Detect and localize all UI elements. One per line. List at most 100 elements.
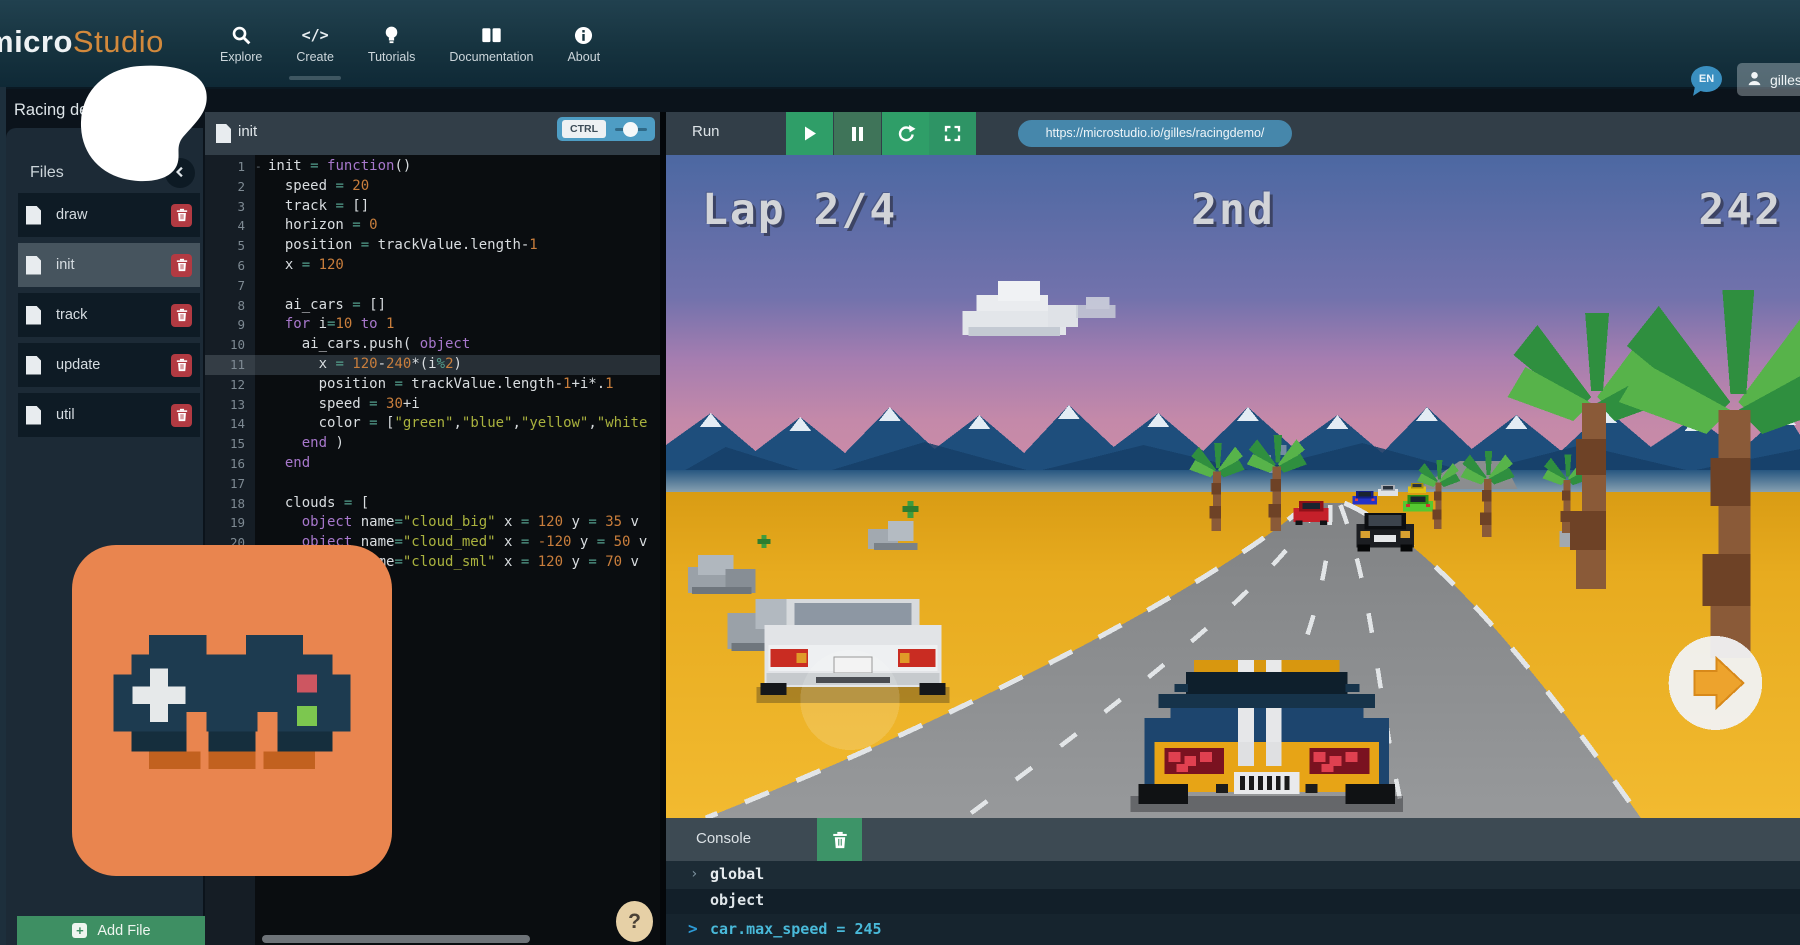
delete-file-button[interactable] [171,254,192,277]
delete-file-button[interactable] [171,404,192,427]
fold-marker-icon [255,494,263,514]
nav-item-documentation[interactable]: Documentation [432,0,550,87]
fold-marker-icon [255,434,263,454]
file-name: draw [56,207,87,223]
fold-marker-icon [255,236,263,256]
file-icon [26,306,41,325]
line-number: 2 [205,177,255,197]
game-canvas [666,155,1800,818]
reload-button[interactable] [882,112,929,155]
app-logo[interactable]: microStudio [0,24,164,60]
code-text: speed = 30+i [268,395,420,415]
fold-marker-icon [255,375,263,395]
file-item-track[interactable]: track [18,293,200,337]
help-button[interactable]: ? [616,901,653,942]
code-line[interactable]: 9 for i=10 to 1 [205,315,660,335]
delete-file-button[interactable] [171,304,192,327]
fullscreen-button[interactable] [929,112,976,155]
delete-file-button[interactable] [171,204,192,227]
book-icon [481,23,502,47]
code-icon: </> [302,23,329,47]
code-text: ai_cars = [] [268,296,386,316]
file-item-init[interactable]: init [18,243,200,287]
code-line[interactable]: 12 position = trackValue.length-1+i*.1 [205,375,660,395]
code-line[interactable]: 15 end ) [205,434,660,454]
nav-item-explore[interactable]: Explore [203,0,279,87]
code-line[interactable]: 14 color = ["green","blue","yellow","whi… [205,414,660,434]
game-viewport[interactable]: Lap 2/4 2nd 242 [666,155,1800,818]
nav-item-about[interactable]: About [550,0,617,87]
fold-marker-icon [255,513,263,533]
user-menu-button[interactable]: gilles [1737,63,1800,96]
files-list: draw init track update util [6,193,203,443]
nav-label: About [567,50,600,64]
file-icon [26,406,41,425]
lightbulb-icon [382,23,401,47]
language-badge[interactable]: EN [1691,66,1722,92]
expand-chevron-icon[interactable]: › [690,866,698,882]
line-number: 19 [205,513,255,533]
ctrl-toggle[interactable]: CTRL [557,117,655,141]
code-text: track = [] [268,197,369,217]
search-icon [231,23,252,47]
ai-car-white-far [1378,485,1398,496]
code-line[interactable]: 2 speed = 20 [205,177,660,197]
clear-console-button[interactable] [817,818,862,861]
code-text: color = ["green","blue","yellow","white [268,414,647,434]
line-number: 17 [205,474,255,494]
files-panel-title: Files [30,164,64,182]
code-text: horizon = 0 [268,216,378,236]
reload-icon [896,124,916,144]
code-line[interactable]: 3 track = [] [205,197,660,217]
hud-speed: 242 [1698,189,1782,232]
file-item-util[interactable]: util [18,393,200,437]
ctrl-key-label: CTRL [562,120,606,138]
line-number: 12 [205,375,255,395]
gamepad-sticker [72,545,392,876]
file-icon [26,206,41,225]
code-line[interactable]: 7 [205,276,660,296]
code-text: speed = 20 [268,177,369,197]
console-input-entry[interactable]: > car.max_speed = 245 [666,914,1800,945]
console-entry-global[interactable]: › global [666,861,1800,889]
code-line[interactable]: 4 horizon = 0 [205,216,660,236]
code-line[interactable]: 10 ai_cars.push( object [205,335,660,355]
right-arrow-control[interactable] [1669,636,1763,730]
fullscreen-icon [943,124,962,143]
trash-icon [176,208,188,222]
prompt-icon: > [688,919,698,938]
horizontal-scrollbar[interactable] [262,935,530,943]
nav-item-create[interactable]: </> Create [279,0,351,87]
toggle-knob[interactable] [623,122,638,137]
trash-icon [176,358,188,372]
code-line[interactable]: 16 end [205,454,660,474]
fold-marker-icon [255,197,263,217]
person-icon [1746,70,1763,90]
code-line[interactable]: 11 x = 120-240*(i%2) [205,355,660,375]
plus-icon: + [72,923,87,938]
pause-icon [849,125,866,143]
trash-icon [176,308,188,322]
nav-item-tutorials[interactable]: Tutorials [351,0,432,87]
pause-button[interactable] [834,112,881,155]
fold-marker-icon [255,414,263,434]
file-item-update[interactable]: update [18,343,200,387]
code-line[interactable]: 19 object name="cloud_big" x = 120 y = 3… [205,513,660,533]
delete-file-button[interactable] [171,354,192,377]
left-arrow-control[interactable] [800,650,899,750]
main-nav: Explore </> Create Tutorials Documentati… [203,0,617,87]
run-panel: Run https://microstudio.io/gilles/racing… [660,112,1800,945]
game-url[interactable]: https://microstudio.io/gilles/racingdemo… [1018,120,1292,147]
add-file-button[interactable]: + Add File [17,916,206,945]
fold-marker-icon [255,395,263,415]
play-button[interactable] [786,112,833,155]
code-line[interactable]: 5 position = trackValue.length-1 [205,236,660,256]
code-line[interactable]: 1-init = function() [205,157,660,177]
code-line[interactable]: 13 speed = 30+i [205,395,660,415]
code-line[interactable]: 8 ai_cars = [] [205,296,660,316]
code-line[interactable]: 6 x = 120 [205,256,660,276]
file-item-draw[interactable]: draw [18,193,200,237]
info-icon [574,23,593,47]
code-line[interactable]: 17 [205,474,660,494]
code-line[interactable]: 18 clouds = [ [205,494,660,514]
